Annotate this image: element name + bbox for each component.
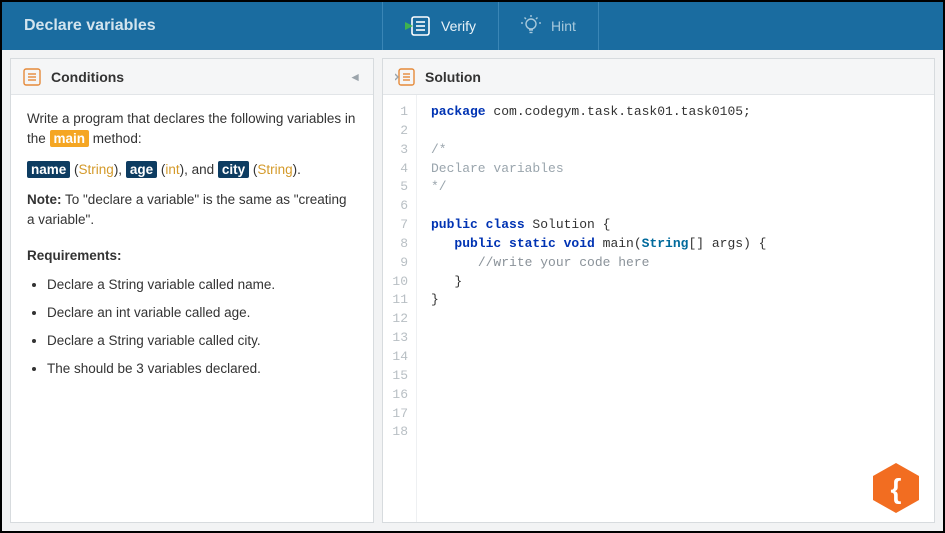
list-item: Declare a String variable called name. (47, 275, 357, 295)
list-item: Declare a String variable called city. (47, 331, 357, 351)
list-item: The should be 3 variables declared. (47, 359, 357, 379)
conditions-body: Write a program that declares the follow… (11, 95, 373, 402)
solution-header: Solution (383, 59, 934, 95)
task-title: Declare variables (2, 2, 382, 50)
intro-text: Write a program that declares the follow… (27, 109, 357, 150)
var-city-tag: city (218, 161, 249, 178)
note-text: Note: To "declare a variable" is the sam… (27, 190, 357, 231)
var-age-tag: age (126, 161, 157, 178)
line-gutter: 1 2 3 4 5 6 7 8 9 10 11 12 13 14 15 16 1… (383, 95, 417, 522)
verify-button[interactable]: Verify (382, 2, 498, 50)
header-bar: Declare variables Verify Hint (2, 2, 943, 50)
requirements-heading: Requirements: (27, 246, 357, 266)
verify-icon (405, 15, 431, 37)
codegym-logo-icon[interactable]: { (869, 461, 923, 515)
collapse-left-icon[interactable]: ◄ (349, 70, 361, 84)
main-tag: main (50, 130, 90, 147)
svg-text:{: { (891, 473, 902, 504)
list-item: Declare an int variable called age. (47, 303, 357, 323)
conditions-panel: Conditions ◄ Write a program that declar… (10, 58, 374, 523)
hint-label: Hint (551, 18, 576, 34)
hint-button[interactable]: Hint (498, 2, 599, 50)
code-area[interactable]: package com.codegym.task.task01.task0105… (417, 95, 766, 522)
code-file-icon (395, 68, 415, 86)
conditions-header: Conditions ◄ (11, 59, 373, 95)
vars-line: name (String), age (int), and city (Stri… (27, 160, 357, 180)
main-area: Conditions ◄ Write a program that declar… (2, 50, 943, 531)
list-icon (23, 68, 41, 86)
conditions-title: Conditions (51, 69, 124, 85)
requirements-list: Declare a String variable called name. D… (27, 275, 357, 380)
solution-panel: Solution 1 2 3 4 5 6 7 8 9 10 11 12 13 1… (382, 58, 935, 523)
lightbulb-icon (521, 15, 541, 37)
solution-title: Solution (425, 69, 481, 85)
verify-label: Verify (441, 18, 476, 34)
var-name-tag: name (27, 161, 70, 178)
code-editor[interactable]: 1 2 3 4 5 6 7 8 9 10 11 12 13 14 15 16 1… (383, 95, 934, 522)
